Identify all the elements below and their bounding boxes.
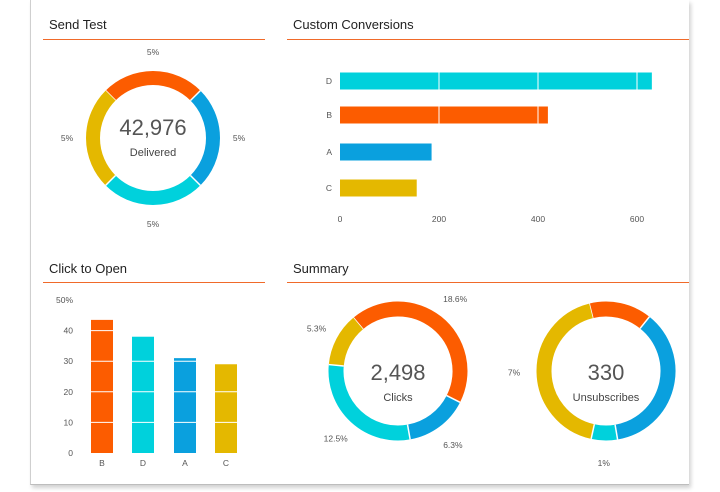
conversions-bar-A bbox=[340, 143, 432, 161]
click-open-category-label-D: D bbox=[140, 458, 146, 468]
click-to-open-title: Click to Open bbox=[49, 261, 128, 276]
click-open-bar-A bbox=[174, 358, 196, 453]
clicks-slice-label-2: 12.5% bbox=[324, 434, 349, 444]
clicks-slice-3 bbox=[328, 317, 364, 367]
unsubscribes-label: Unsubscribes bbox=[572, 392, 640, 404]
custom-conversions-bar-chart: 0 200 400 600 D B A C bbox=[326, 68, 652, 224]
summary-title: Summary bbox=[293, 261, 349, 276]
conversions-bar-B bbox=[340, 106, 548, 124]
unsubscribes-count: 330 bbox=[587, 360, 625, 385]
click-open-category-label-A: A bbox=[182, 458, 188, 468]
conversions-category-label-B: B bbox=[326, 110, 332, 120]
send-test-slice-label-1: 5% bbox=[233, 133, 246, 143]
click-open-ytick-0: 0 bbox=[68, 448, 73, 458]
delivered-label: Delivered bbox=[129, 147, 177, 159]
send-test-slice-label-2: 5% bbox=[147, 219, 160, 229]
send-test-slice-0 bbox=[105, 71, 201, 101]
conversions-xtick-3: 600 bbox=[630, 214, 644, 224]
custom-conversions-title: Custom Conversions bbox=[293, 17, 414, 32]
summary-rule bbox=[287, 282, 689, 283]
conversions-category-label-C: C bbox=[326, 183, 332, 193]
click-open-ytick-4: 40 bbox=[64, 326, 74, 336]
click-to-open-bar-chart: 0 10 20 30 40 50% B D A C bbox=[56, 295, 241, 468]
clicks-center: 2,498 Clicks bbox=[348, 360, 448, 404]
conversions-category-label-A: A bbox=[326, 147, 332, 157]
send-test-center: 42,976 Delivered bbox=[103, 115, 203, 159]
clicks-slice-label-1: 6.3% bbox=[443, 440, 463, 450]
dashboard-frame: Send Test Custom Conversions Click to Op… bbox=[30, 0, 689, 485]
unsubscribes-slice-label-2: 1% bbox=[598, 458, 611, 468]
click-open-ytick-2: 20 bbox=[64, 387, 74, 397]
conversions-bar-C bbox=[340, 179, 417, 197]
send-test-slice-label-0: 5% bbox=[147, 47, 160, 57]
clicks-slice-label-0: 18.6% bbox=[443, 294, 468, 304]
delivered-count: 42,976 bbox=[119, 115, 187, 140]
conversions-bar-D bbox=[340, 72, 652, 90]
unsubscribes-slice-2 bbox=[591, 424, 618, 441]
conversions-xtick-0: 0 bbox=[338, 214, 343, 224]
conversions-xtick-2: 400 bbox=[531, 214, 545, 224]
click-open-category-label-C: C bbox=[223, 458, 229, 468]
click-open-ytick-1: 10 bbox=[64, 417, 74, 427]
click-open-category-label-B: B bbox=[99, 458, 105, 468]
click-open-bar-B bbox=[91, 319, 113, 453]
unsubscribes-center: 330 Unsubscribes bbox=[556, 360, 656, 404]
send-test-slice-2 bbox=[105, 175, 201, 205]
click-to-open-rule bbox=[43, 282, 265, 283]
click-open-ytick-5: 50% bbox=[56, 295, 73, 305]
unsubscribes-slice-label-3: 7% bbox=[508, 367, 521, 377]
send-test-title: Send Test bbox=[49, 17, 107, 32]
clicks-label: Clicks bbox=[383, 392, 413, 404]
custom-conversions-rule bbox=[287, 39, 689, 40]
click-open-ytick-3: 30 bbox=[64, 356, 74, 366]
click-open-bar-C bbox=[215, 364, 237, 453]
clicks-slice-label-3: 5.3% bbox=[307, 323, 327, 333]
conversions-xtick-1: 200 bbox=[432, 214, 446, 224]
send-test-slice-label-3: 5% bbox=[61, 133, 74, 143]
clicks-count: 2,498 bbox=[370, 360, 426, 385]
conversions-category-label-D: D bbox=[326, 76, 332, 86]
click-open-bar-D bbox=[132, 336, 154, 453]
unsubscribes-slice-0 bbox=[589, 301, 650, 329]
